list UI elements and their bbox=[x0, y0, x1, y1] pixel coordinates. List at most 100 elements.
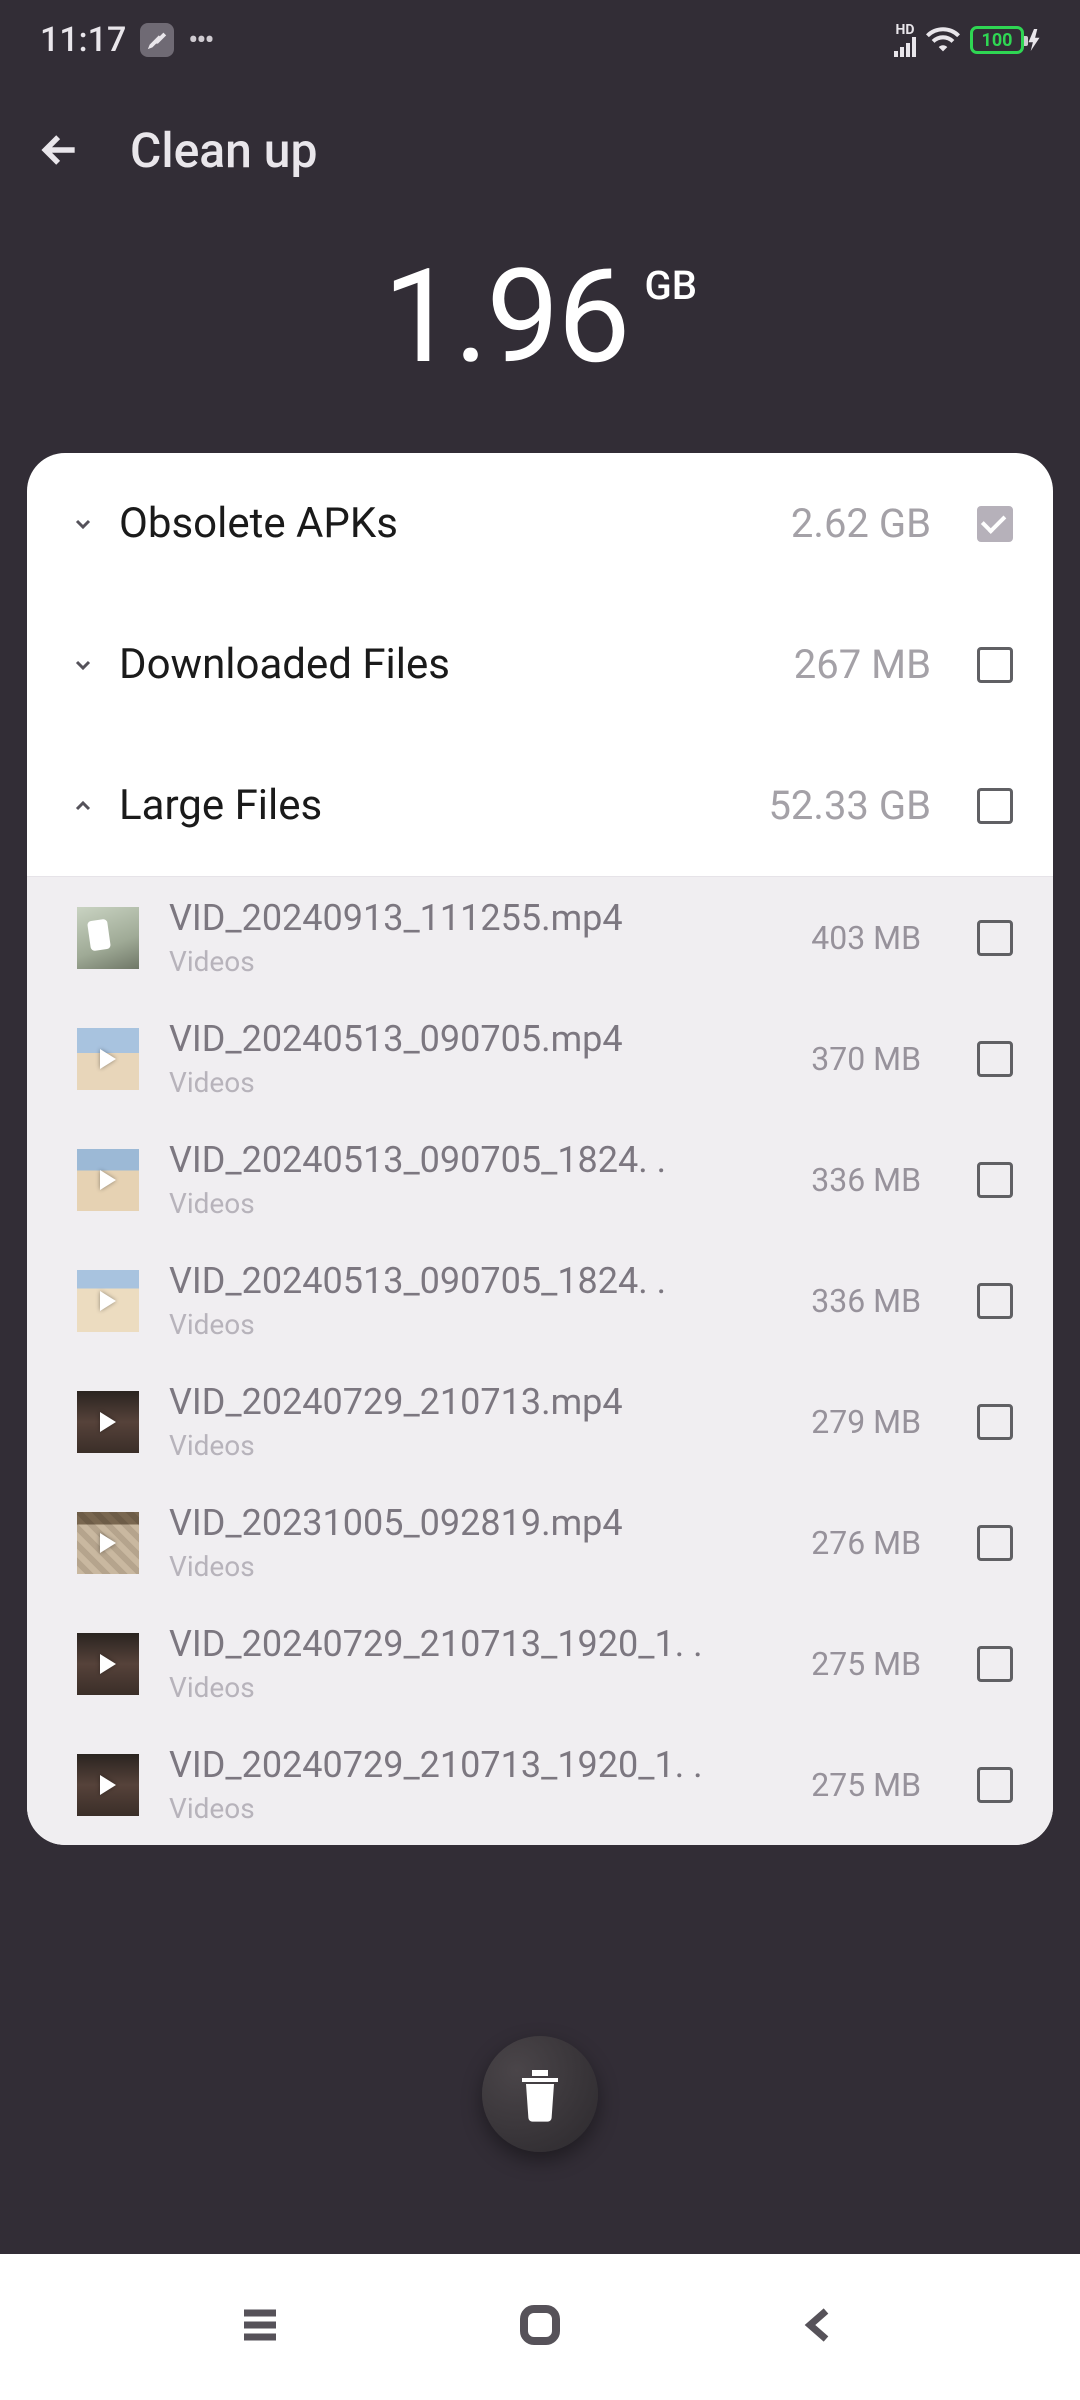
back-button[interactable] bbox=[30, 120, 90, 180]
file-info: VID_20231005_092819.mp4 Videos bbox=[169, 1502, 781, 1583]
file-name: VID_20240729_210713.mp4 bbox=[169, 1381, 781, 1423]
category-checkbox[interactable] bbox=[977, 788, 1013, 824]
file-info: VID_20240729_210713_1920_1. . Videos bbox=[169, 1623, 781, 1704]
file-info: VID_20240729_210713.mp4 Videos bbox=[169, 1381, 781, 1462]
file-row[interactable]: VID_20240913_111255.mp4 Videos 403 MB bbox=[27, 877, 1053, 998]
play-icon bbox=[100, 1775, 116, 1795]
file-checkbox[interactable] bbox=[977, 1041, 1013, 1077]
file-checkbox[interactable] bbox=[977, 1767, 1013, 1803]
video-thumbnail bbox=[77, 1633, 139, 1695]
file-category: Videos bbox=[169, 1550, 781, 1583]
category-large-files[interactable]: Large Files 52.33 GB bbox=[27, 735, 1053, 876]
play-icon bbox=[100, 1049, 116, 1069]
file-category: Videos bbox=[169, 1187, 781, 1220]
file-checkbox[interactable] bbox=[977, 1404, 1013, 1440]
file-info: VID_20240513_090705_1824. . Videos bbox=[169, 1260, 781, 1341]
file-checkbox[interactable] bbox=[977, 1646, 1013, 1682]
nav-back-button[interactable] bbox=[796, 2301, 844, 2353]
status-right: HD 100 bbox=[894, 23, 1040, 57]
large-files-list[interactable]: VID_20240913_111255.mp4 Videos 403 MB VI… bbox=[27, 876, 1053, 1845]
file-info: VID_20240513_090705_1824. . Videos bbox=[169, 1139, 781, 1220]
file-category: Videos bbox=[169, 945, 781, 978]
play-icon bbox=[100, 1533, 116, 1553]
file-row[interactable]: VID_20240513_090705.mp4 Videos 370 MB bbox=[27, 998, 1053, 1119]
category-checkbox[interactable] bbox=[977, 647, 1013, 683]
menu-icon bbox=[236, 2301, 284, 2349]
category-downloaded-files[interactable]: Downloaded Files 267 MB bbox=[27, 594, 1053, 735]
file-category: Videos bbox=[169, 1671, 781, 1704]
status-left: 11:17 ••• bbox=[40, 20, 213, 60]
file-category: Videos bbox=[169, 1308, 781, 1341]
file-name: VID_20231005_092819.mp4 bbox=[169, 1502, 781, 1544]
category-label: Large Files bbox=[119, 781, 748, 830]
file-name: VID_20240729_210713_1920_1. . bbox=[169, 1744, 781, 1786]
file-category: Videos bbox=[169, 1792, 781, 1825]
file-size: 336 MB bbox=[811, 1282, 921, 1320]
video-thumbnail bbox=[77, 907, 139, 969]
square-icon bbox=[516, 2301, 564, 2349]
total-unit: GB bbox=[644, 262, 697, 309]
chevron-left-icon bbox=[796, 2301, 844, 2349]
file-size: 276 MB bbox=[811, 1524, 921, 1562]
file-name: VID_20240513_090705.mp4 bbox=[169, 1018, 781, 1060]
chevron-down-icon bbox=[67, 508, 99, 540]
more-icon: ••• bbox=[188, 23, 212, 58]
video-thumbnail bbox=[77, 1270, 139, 1332]
page-title: Clean up bbox=[130, 122, 317, 179]
chevron-down-icon bbox=[67, 649, 99, 681]
video-thumbnail bbox=[77, 1391, 139, 1453]
file-row[interactable]: VID_20240729_210713.mp4 Videos 279 MB bbox=[27, 1361, 1053, 1482]
nav-home-button[interactable] bbox=[516, 2301, 564, 2353]
status-bar: 11:17 ••• HD 100 bbox=[0, 0, 1080, 80]
file-checkbox[interactable] bbox=[977, 1162, 1013, 1198]
category-size: 52.33 GB bbox=[768, 782, 931, 829]
file-size: 370 MB bbox=[811, 1040, 921, 1078]
file-size: 275 MB bbox=[811, 1766, 921, 1804]
category-label: Obsolete APKs bbox=[119, 499, 771, 548]
file-row[interactable]: VID_20240513_090705_1824. . Videos 336 M… bbox=[27, 1119, 1053, 1240]
category-size: 267 MB bbox=[794, 641, 931, 688]
file-row[interactable]: VID_20240729_210713_1920_1. . Videos 275… bbox=[27, 1724, 1053, 1845]
play-icon bbox=[100, 1170, 116, 1190]
file-checkbox[interactable] bbox=[977, 920, 1013, 956]
category-checkbox[interactable] bbox=[977, 506, 1013, 542]
trash-icon bbox=[515, 2066, 565, 2122]
file-size: 403 MB bbox=[811, 919, 921, 957]
categories-card: Obsolete APKs 2.62 GB Downloaded Files 2… bbox=[27, 453, 1053, 1845]
category-label: Downloaded Files bbox=[119, 640, 774, 689]
video-thumbnail bbox=[77, 1028, 139, 1090]
file-category: Videos bbox=[169, 1066, 781, 1099]
battery-icon: 100 bbox=[970, 26, 1040, 54]
play-icon bbox=[100, 1291, 116, 1311]
file-checkbox[interactable] bbox=[977, 1283, 1013, 1319]
video-thumbnail bbox=[77, 1512, 139, 1574]
chevron-up-icon bbox=[67, 790, 99, 822]
total-value: 1.96 bbox=[383, 240, 628, 393]
file-name: VID_20240513_090705_1824. . bbox=[169, 1260, 781, 1302]
file-checkbox[interactable] bbox=[977, 1525, 1013, 1561]
category-obsolete-apks[interactable]: Obsolete APKs 2.62 GB bbox=[27, 453, 1053, 594]
category-size: 2.62 GB bbox=[791, 500, 931, 547]
play-icon bbox=[100, 1412, 116, 1432]
file-info: VID_20240913_111255.mp4 Videos bbox=[169, 897, 781, 978]
file-category: Videos bbox=[169, 1429, 781, 1462]
app-header: Clean up bbox=[0, 80, 1080, 220]
play-icon bbox=[100, 1654, 116, 1674]
wifi-icon bbox=[926, 23, 960, 57]
file-size: 279 MB bbox=[811, 1403, 921, 1441]
file-row[interactable]: VID_20240513_090705_1824. . Videos 336 M… bbox=[27, 1240, 1053, 1361]
nav-recent-button[interactable] bbox=[236, 2301, 284, 2353]
video-thumbnail bbox=[77, 1754, 139, 1816]
file-name: VID_20240729_210713_1920_1. . bbox=[169, 1623, 781, 1665]
system-navbar bbox=[0, 2254, 1080, 2400]
file-info: VID_20240729_210713_1920_1. . Videos bbox=[169, 1744, 781, 1825]
file-row[interactable]: VID_20231005_092819.mp4 Videos 276 MB bbox=[27, 1482, 1053, 1603]
file-name: VID_20240513_090705_1824. . bbox=[169, 1139, 781, 1181]
wrench-icon bbox=[140, 23, 174, 57]
delete-fab[interactable] bbox=[482, 2036, 598, 2152]
arrow-left-icon bbox=[38, 128, 82, 172]
file-size: 275 MB bbox=[811, 1645, 921, 1683]
total-cleanable: 1.96 GB bbox=[0, 220, 1080, 453]
file-name: VID_20240913_111255.mp4 bbox=[169, 897, 781, 939]
file-row[interactable]: VID_20240729_210713_1920_1. . Videos 275… bbox=[27, 1603, 1053, 1724]
